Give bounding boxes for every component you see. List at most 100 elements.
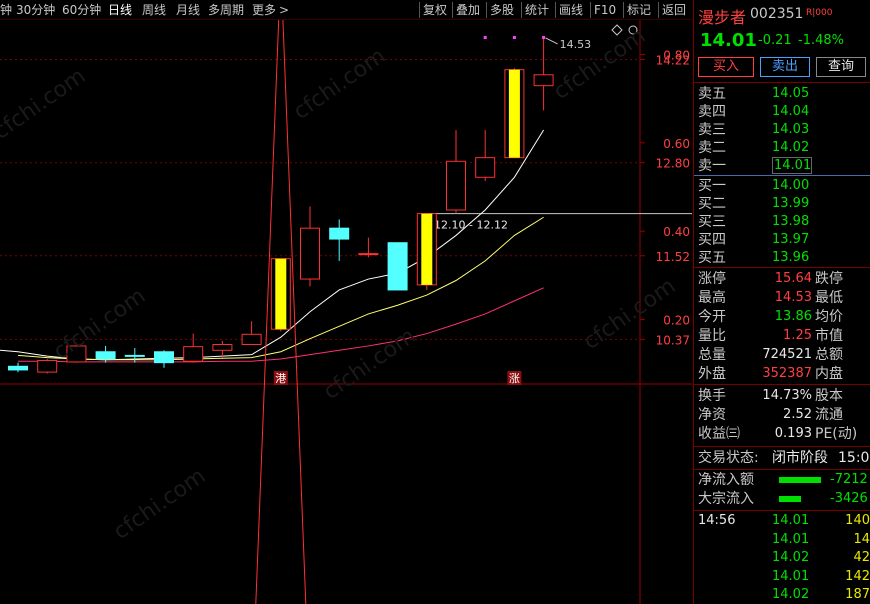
buy-button[interactable]: 买入 bbox=[698, 57, 754, 77]
toolbar-button[interactable]: F10 bbox=[594, 0, 616, 20]
tick-price: 14.01 bbox=[772, 568, 810, 584]
order-price: 14.01 bbox=[772, 157, 812, 174]
high-annotation-pointer bbox=[545, 37, 558, 45]
more-arrow-icon[interactable]: > bbox=[279, 0, 289, 20]
toolbar-button[interactable]: 叠加 bbox=[456, 0, 480, 20]
order-price: 13.96 bbox=[772, 250, 810, 265]
candle-body[interactable] bbox=[37, 359, 58, 373]
toolbar-button[interactable]: 统计 bbox=[525, 0, 549, 20]
tick-volume: 14 bbox=[853, 531, 870, 547]
fundamental-label-2: 流通 bbox=[815, 407, 843, 423]
flow-row: 大宗流入 -3426 bbox=[694, 490, 870, 508]
stat-row: 最高 14.53 最低 bbox=[694, 289, 870, 307]
signal-marker bbox=[512, 36, 516, 39]
toolbar-button[interactable]: 标记 bbox=[627, 0, 651, 20]
fundamental-row: 收益㈢ 0.193 PE(动) bbox=[694, 425, 870, 443]
stat-label-2: 市值 bbox=[815, 328, 843, 344]
order-book-row[interactable]: 买三 13.98 bbox=[694, 213, 870, 231]
order-label: 卖一 bbox=[698, 158, 726, 174]
indicator-tick-label: 0.20 bbox=[663, 314, 690, 328]
candle-body[interactable] bbox=[241, 333, 262, 345]
toolbar-button[interactable]: 多股 bbox=[490, 0, 514, 20]
toolbar-button[interactable]: 画线 bbox=[559, 0, 583, 20]
stat-label-2: 内盘 bbox=[815, 366, 843, 382]
toolbar-separator bbox=[623, 2, 624, 18]
stat-label-2: 跌停 bbox=[815, 271, 843, 287]
flow-value: -3426 bbox=[830, 491, 868, 506]
candle-body[interactable] bbox=[329, 227, 350, 240]
candle-body[interactable] bbox=[475, 157, 496, 178]
order-label: 买三 bbox=[698, 214, 726, 230]
stat-row: 总量 724521 总额 bbox=[694, 346, 870, 364]
candle-body[interactable] bbox=[95, 351, 116, 360]
y-tick-label: 10.37 bbox=[656, 333, 690, 347]
order-book-row[interactable]: 买四 13.97 bbox=[694, 231, 870, 249]
sell-button[interactable]: 卖出 bbox=[760, 57, 810, 77]
order-book-row[interactable]: 卖二 14.02 bbox=[694, 139, 870, 157]
divider bbox=[694, 267, 870, 268]
period-tab[interactable]: 多周期 bbox=[208, 0, 244, 20]
order-book-row[interactable]: 买二 13.99 bbox=[694, 195, 870, 213]
divider bbox=[694, 82, 870, 83]
indicator-tick-label: 0.40 bbox=[663, 225, 690, 239]
last-price: 14.01 bbox=[700, 30, 757, 51]
order-book-row[interactable]: 卖三 14.03 bbox=[694, 121, 870, 139]
divider bbox=[694, 446, 870, 447]
period-tab[interactable]: 周线 bbox=[142, 0, 166, 20]
trade-status-time: 15:00 bbox=[838, 450, 870, 466]
order-price: 14.03 bbox=[772, 122, 810, 137]
candle-body[interactable] bbox=[124, 354, 145, 357]
fundamental-row: 净资 2.52 流通 bbox=[694, 406, 870, 424]
fundamental-row: 换手 14.73% 股本 bbox=[694, 387, 870, 405]
order-book-row[interactable]: 卖五 14.05 bbox=[694, 85, 870, 103]
watermark: cfchi.com bbox=[549, 24, 650, 105]
watermark: cfchi.com bbox=[0, 64, 90, 145]
stat-label: 总量 bbox=[698, 347, 726, 363]
candle-body[interactable] bbox=[358, 253, 379, 256]
period-tab[interactable]: 月线 bbox=[176, 0, 200, 20]
period-tab[interactable]: 更多 bbox=[252, 0, 276, 20]
candle-body[interactable] bbox=[212, 343, 233, 351]
candle-body[interactable] bbox=[446, 160, 466, 211]
order-book-row[interactable]: 卖四 14.04 bbox=[694, 103, 870, 121]
candle-body[interactable] bbox=[154, 351, 174, 364]
period-tab[interactable]: 日线 bbox=[108, 0, 132, 20]
tick-price: 14.02 bbox=[772, 587, 810, 602]
divider bbox=[694, 384, 870, 385]
toolbar-separator bbox=[658, 2, 659, 18]
fundamental-value: 2.52 bbox=[783, 407, 812, 422]
quote-panel: 漫步者 002351 R|000 14.01 -0.21 -1.48% 买入 卖… bbox=[693, 0, 870, 604]
flow-bar bbox=[779, 496, 801, 502]
toolbar-separator bbox=[452, 2, 453, 18]
moving-average-line bbox=[0, 349, 19, 353]
toolbar-button[interactable]: 返回 bbox=[662, 0, 686, 20]
fundamental-label-2: 股本 bbox=[815, 388, 843, 404]
order-label: 卖三 bbox=[698, 122, 726, 138]
period-tab[interactable]: 30分钟 bbox=[16, 0, 55, 20]
order-label: 买五 bbox=[698, 250, 726, 266]
stock-header: 漫步者 002351 R|000 bbox=[694, 0, 870, 28]
toolbar-separator bbox=[590, 2, 591, 18]
y-tick-label: 12.80 bbox=[656, 157, 690, 171]
candle-body[interactable] bbox=[387, 242, 408, 291]
event-mark[interactable]: 涨 bbox=[509, 372, 520, 385]
period-tab[interactable]: 钟 bbox=[0, 0, 12, 20]
order-label: 卖四 bbox=[698, 104, 726, 120]
query-button[interactable]: 查询 bbox=[816, 57, 866, 77]
flow-label: 大宗流入 bbox=[698, 491, 754, 507]
order-book-row[interactable]: 买五 13.96 bbox=[694, 249, 870, 267]
order-book-row[interactable]: 买一 14.00 bbox=[694, 177, 870, 195]
order-label: 买二 bbox=[698, 196, 726, 212]
period-toolbar: 钟 30分钟 60分钟 日线 周线 月线 多周期 更多 > 复权 叠加 多股 统计 画线 F10 标记 返回 bbox=[0, 0, 692, 20]
toolbar-separator bbox=[486, 2, 487, 18]
toolbar-button[interactable]: 复权 bbox=[423, 0, 447, 20]
candle-body[interactable] bbox=[8, 365, 28, 371]
candle-body[interactable] bbox=[300, 227, 320, 280]
stat-value: 352387 bbox=[762, 366, 812, 381]
order-book-row[interactable]: 卖一 14.01 bbox=[694, 157, 870, 175]
period-tab[interactable]: 60分钟 bbox=[62, 0, 101, 20]
candle-body[interactable] bbox=[183, 346, 204, 362]
event-mark[interactable]: 港 bbox=[275, 372, 286, 385]
tick-price: 14.01 bbox=[772, 513, 810, 528]
flow-label: 净流入额 bbox=[698, 472, 754, 488]
